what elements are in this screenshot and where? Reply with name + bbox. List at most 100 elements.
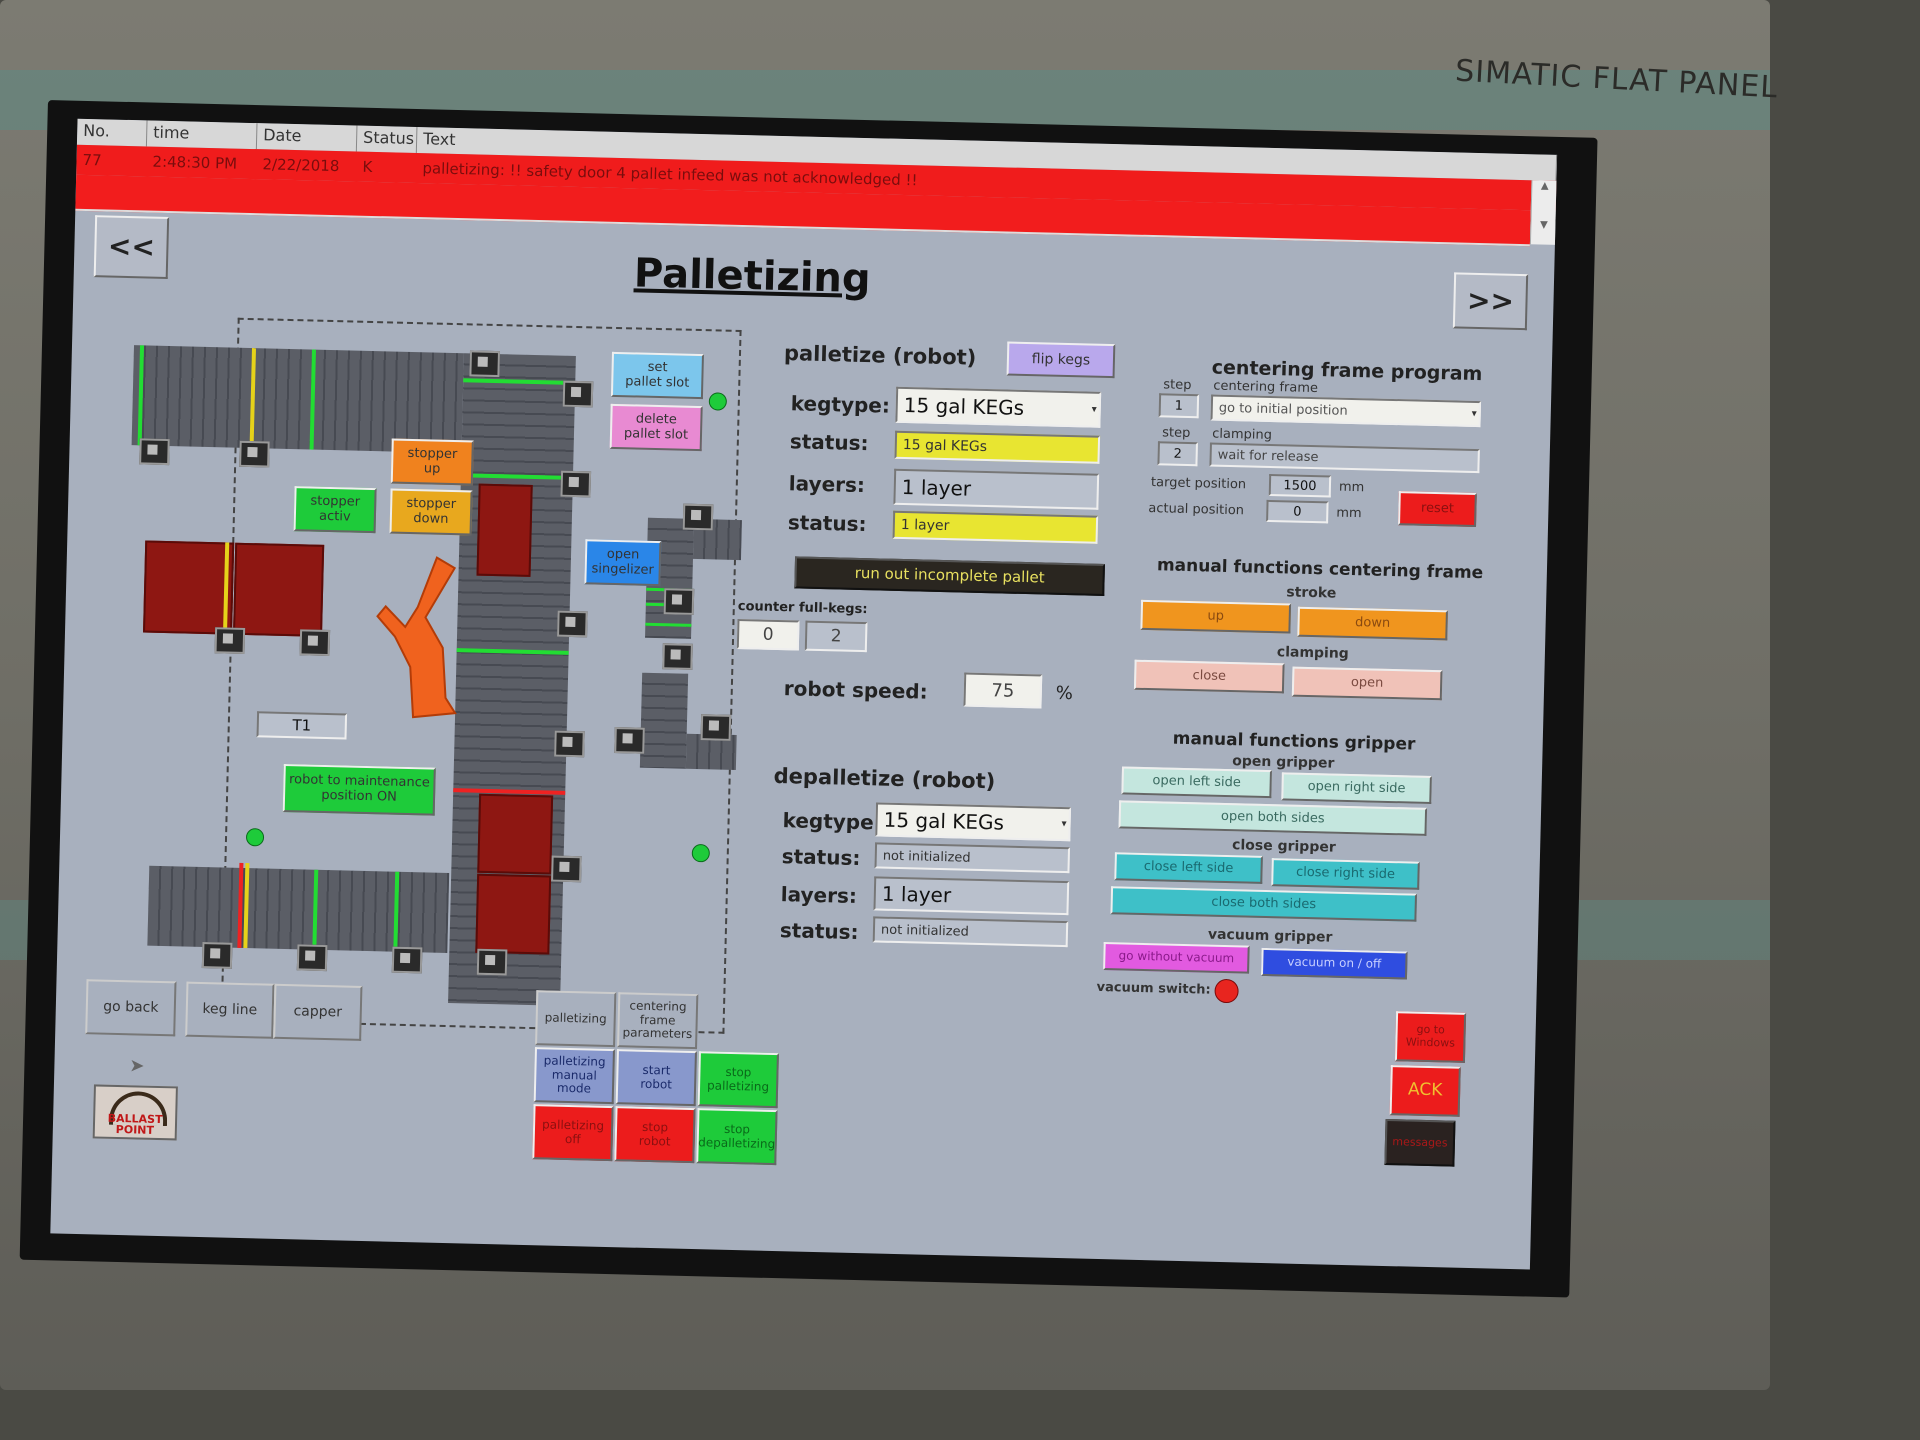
- infeed-conveyor: [131, 345, 464, 454]
- sensor-icon: [214, 627, 246, 654]
- col-status: Status: [356, 125, 418, 154]
- open-left-side-button[interactable]: open left side: [1121, 766, 1272, 799]
- col-no: No.: [76, 118, 148, 147]
- counter-full-kegs-label: counter full-kegs:: [737, 599, 868, 618]
- open-singelizer-button[interactable]: open singelizer: [584, 539, 662, 587]
- vacuum-toggle-button[interactable]: vacuum on / off: [1260, 947, 1408, 980]
- outfeed-conveyor: [147, 865, 450, 954]
- go-back-button[interactable]: go back: [85, 979, 177, 1037]
- sensor-icon: [201, 942, 233, 969]
- sensor-icon: [239, 440, 270, 468]
- manual-centering-title: manual functions centering frame: [1156, 555, 1484, 584]
- robot-maintenance-button[interactable]: robot to maintenance position ON: [282, 763, 436, 816]
- capper-button[interactable]: capper: [273, 983, 363, 1041]
- page-title: Palletizing: [633, 250, 872, 303]
- messages-button[interactable]: messages: [1384, 1118, 1456, 1167]
- sensor-icon: [391, 946, 423, 974]
- stopper-down-button[interactable]: stopper down: [389, 488, 473, 536]
- open-right-side-button[interactable]: open right side: [1281, 772, 1432, 805]
- delete-pallet-slot-button[interactable]: delete pallet slot: [609, 403, 703, 452]
- sensor-icon: [554, 730, 585, 758]
- scroll-down-icon[interactable]: ▼: [1531, 219, 1556, 231]
- stopper-up-button[interactable]: stopper up: [390, 438, 474, 486]
- clamping-close-button[interactable]: close: [1133, 659, 1285, 694]
- ack-button[interactable]: ACK: [1389, 1065, 1461, 1117]
- alarm-date: 2/22/2018: [262, 155, 340, 176]
- sensor-icon: [551, 855, 582, 883]
- alarm-status: K: [362, 157, 373, 176]
- palletizing-off-button[interactable]: palletizing off: [532, 1104, 614, 1162]
- stopper-activ-button[interactable]: stopper activ: [293, 486, 377, 534]
- step1-label: step: [1163, 377, 1192, 394]
- alarm-no: 77: [82, 150, 102, 170]
- palletize-kegtype-value: 15 gal KEGs: [903, 393, 1025, 420]
- palletize-kegtype-select[interactable]: 15 gal KEGs ▾: [895, 386, 1102, 428]
- stroke-down-button[interactable]: down: [1297, 606, 1448, 641]
- step1-value: 1: [1158, 393, 1200, 419]
- prev-screen-button[interactable]: <<: [93, 215, 170, 279]
- sensor-icon: [560, 470, 592, 498]
- run-out-incomplete-pallet-button[interactable]: run out incomplete pallet: [794, 556, 1105, 596]
- sensor-icon: [700, 714, 732, 741]
- palletize-layers-status: 1 layer: [892, 510, 1099, 544]
- robot-arm-icon: [376, 556, 457, 719]
- close-both-sides-button[interactable]: close both sides: [1110, 886, 1418, 922]
- centering-frame-value: go to initial position: [1218, 400, 1348, 419]
- centering-frame-parameters-button[interactable]: centering frame parameters: [617, 992, 699, 1050]
- reset-button[interactable]: reset: [1398, 491, 1477, 528]
- go-without-vacuum-button[interactable]: go without vacuum: [1103, 942, 1250, 974]
- actual-position-label: actual position: [1148, 501, 1245, 519]
- counter-full-kegs-value: 0: [736, 619, 800, 651]
- sensor-icon: [299, 629, 331, 657]
- depalletize-kegtype-select[interactable]: 15 gal KEGs ▾: [875, 802, 1072, 842]
- keg-line-button[interactable]: keg line: [185, 981, 275, 1039]
- depalletize-layers-field[interactable]: 1 layer: [873, 876, 1070, 916]
- counter-full-kegs-total: 2: [804, 620, 868, 653]
- chevron-down-icon[interactable]: ▾: [1092, 404, 1097, 415]
- target-position-value: 1500: [1268, 473, 1332, 498]
- depalletize-kegtype-status: not initialized: [874, 842, 1071, 874]
- scroll-up-icon[interactable]: ▲: [1532, 180, 1557, 192]
- sensor-icon: [682, 503, 714, 531]
- flip-kegs-button[interactable]: flip kegs: [1006, 341, 1116, 379]
- centering-frame-label: centering frame: [1213, 378, 1319, 397]
- stop-palletizing-button[interactable]: stop palletizing: [697, 1051, 779, 1109]
- palletizing-screen-button[interactable]: palletizing: [535, 990, 617, 1048]
- ballast-point-logo: BALLAST POINT: [92, 1084, 178, 1141]
- depalletize-status-label: status:: [781, 844, 861, 871]
- clamping-label: clamping: [1212, 426, 1273, 444]
- close-right-side-button[interactable]: close right side: [1271, 858, 1420, 890]
- hmi-screen: No. time Date Status Text 77 2:48:30 PM …: [50, 118, 1558, 1270]
- singelizer-conveyor: [639, 672, 689, 769]
- stop-robot-button[interactable]: stop robot: [614, 1106, 696, 1164]
- close-left-side-button[interactable]: close left side: [1114, 852, 1263, 884]
- set-pallet-slot-button[interactable]: set pallet slot: [610, 351, 704, 400]
- alarm-scrollbar[interactable]: ▲ ▼: [1529, 180, 1558, 245]
- palletizing-manual-mode-button[interactable]: palletizing manual mode: [533, 1047, 615, 1105]
- stop-depalletizing-button[interactable]: stop depalletizing: [696, 1108, 778, 1166]
- stroke-up-button[interactable]: up: [1140, 599, 1292, 634]
- col-date: Date: [256, 123, 358, 152]
- chevron-down-icon[interactable]: ▾: [1472, 408, 1477, 419]
- vacuum-switch-label: vacuum switch:: [1096, 979, 1211, 998]
- pallet-block: [477, 793, 554, 875]
- manual-gripper-title: manual functions gripper: [1172, 728, 1416, 755]
- screen-frame: No. time Date Status Text 77 2:48:30 PM …: [19, 100, 1598, 1298]
- mouse-cursor-icon: ➤: [129, 1055, 145, 1077]
- sensor-icon: [663, 588, 695, 615]
- palletize-layers-label: layers:: [788, 471, 866, 498]
- sensor-icon: [296, 944, 328, 972]
- start-robot-button[interactable]: start robot: [615, 1049, 697, 1107]
- depalletize-kegtype-value: 15 gal KEGs: [883, 807, 1005, 835]
- clamping-section-label: clamping: [1276, 644, 1350, 662]
- palletize-kegtype-label: kegtype:: [790, 391, 891, 418]
- robot-speed-unit: %: [1055, 682, 1074, 705]
- go-to-windows-button[interactable]: go to Windows: [1394, 1011, 1467, 1063]
- chevron-down-icon[interactable]: ▾: [1061, 818, 1066, 829]
- next-screen-button[interactable]: >>: [1452, 272, 1529, 331]
- clamping-open-button[interactable]: open: [1291, 666, 1443, 701]
- open-both-sides-button[interactable]: open both sides: [1118, 800, 1428, 836]
- centering-frame-select[interactable]: go to initial position ▾: [1210, 394, 1482, 428]
- robot-speed-input[interactable]: 75: [963, 672, 1043, 709]
- palletize-layers-field[interactable]: 1 layer: [893, 468, 1100, 510]
